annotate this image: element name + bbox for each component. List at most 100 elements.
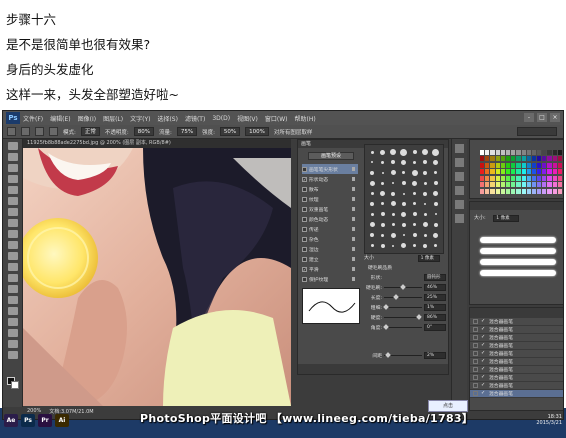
zoom-input[interactable]: 100% <box>245 127 269 136</box>
strength-input[interactable]: 50% <box>219 127 241 136</box>
slider-value[interactable]: 46% <box>424 283 446 291</box>
swatch[interactable] <box>552 182 557 188</box>
visibility-icon[interactable] <box>473 359 478 364</box>
layer-row[interactable]: ✓ 混合器画笔 <box>470 366 563 374</box>
checkbox[interactable]: ✓ <box>302 266 307 272</box>
sample-all-checkbox[interactable]: 对所有图层取样 <box>274 128 313 136</box>
brush-tip[interactable] <box>368 200 377 208</box>
brush-tip[interactable] <box>431 231 440 239</box>
swatch[interactable] <box>485 188 490 194</box>
lock-icon[interactable] <box>352 247 355 251</box>
swatch[interactable] <box>547 156 552 162</box>
spacing-value[interactable]: 2% <box>424 351 446 359</box>
checkbox[interactable] <box>302 256 307 262</box>
layer-row[interactable]: ✓ 混合器画笔 <box>470 358 563 366</box>
brush-tip[interactable] <box>400 158 409 166</box>
swatch[interactable] <box>557 150 562 155</box>
info-panel-icon[interactable] <box>455 186 464 195</box>
swatch[interactable] <box>511 169 516 175</box>
swatch[interactable] <box>511 188 516 194</box>
swatch[interactable] <box>490 150 495 155</box>
layer-row[interactable]: ✓ 混合器画笔 <box>470 374 563 382</box>
slider-track[interactable] <box>383 303 422 310</box>
brush-tip[interactable] <box>421 190 430 198</box>
swatch[interactable] <box>516 156 521 162</box>
brush-setting-item[interactable]: ✓ 形状动态 <box>302 174 358 184</box>
brush-tip[interactable] <box>431 169 440 177</box>
slider-track[interactable] <box>383 323 422 330</box>
properties-panel-icon[interactable] <box>455 172 464 181</box>
crop-tool-icon[interactable] <box>8 186 18 194</box>
brush-tip[interactable] <box>389 148 398 156</box>
swatch[interactable] <box>537 156 542 162</box>
checkbox[interactable] <box>302 226 307 232</box>
lock-icon[interactable] <box>352 167 355 171</box>
visibility-icon[interactable] <box>473 367 478 372</box>
brush-tip[interactable] <box>400 148 409 156</box>
clone-stamp-tool-icon[interactable] <box>8 230 18 238</box>
swatch[interactable] <box>526 169 531 175</box>
swatch[interactable] <box>505 169 511 175</box>
brush-tip[interactable] <box>379 200 388 208</box>
slider-track[interactable] <box>384 283 422 290</box>
swatch[interactable] <box>526 188 531 194</box>
checkbox[interactable] <box>302 196 307 202</box>
brush-tip[interactable] <box>379 190 388 198</box>
visibility-icon[interactable] <box>473 351 478 356</box>
history-panel-icon[interactable] <box>455 144 464 153</box>
checkbox[interactable] <box>302 206 307 212</box>
brush-tip[interactable] <box>368 179 377 187</box>
hand-tool-icon[interactable] <box>8 340 18 348</box>
brush-picker-icon[interactable] <box>21 127 30 136</box>
brush-stroke-samples[interactable] <box>480 232 556 281</box>
checkbox[interactable] <box>302 236 307 242</box>
brush-tip[interactable] <box>410 242 419 250</box>
shape-tool-icon[interactable] <box>8 329 18 337</box>
brush-tip[interactable] <box>410 200 419 208</box>
swatch[interactable] <box>511 175 516 181</box>
brush-tip[interactable] <box>379 179 388 187</box>
spacing-slider[interactable] <box>384 351 422 358</box>
swatch[interactable] <box>531 162 537 168</box>
swatch[interactable] <box>495 162 500 168</box>
brush-sample[interactable] <box>480 270 556 276</box>
brush-tip[interactable] <box>389 169 398 177</box>
swatch[interactable] <box>480 188 485 194</box>
menu-help[interactable]: 帮助(H) <box>295 114 316 123</box>
slider-value[interactable]: 圆钝形 <box>424 273 446 281</box>
slider-value[interactable]: 1% <box>424 303 446 311</box>
swatch[interactable] <box>526 175 531 181</box>
gradient-tool-icon[interactable] <box>8 263 18 271</box>
swatch[interactable] <box>547 175 552 181</box>
swatch[interactable] <box>485 162 490 168</box>
brush-sample[interactable] <box>480 248 556 254</box>
swatch[interactable] <box>516 162 521 168</box>
visibility-icon[interactable] <box>473 335 478 340</box>
brush-tip[interactable] <box>421 200 430 208</box>
swatch[interactable] <box>485 175 490 181</box>
swatch[interactable] <box>542 156 547 162</box>
opacity-input[interactable]: 80% <box>133 127 154 136</box>
brush-presets-button[interactable]: 画笔预设 <box>308 152 354 160</box>
brush-tip[interactable] <box>379 242 388 250</box>
swatch[interactable] <box>480 150 485 155</box>
swatch[interactable] <box>495 182 500 188</box>
brush-tip[interactable] <box>410 169 419 177</box>
eyedropper-tool-icon[interactable] <box>8 197 18 205</box>
brush-tip[interactable] <box>410 231 419 239</box>
menu-type[interactable]: 文字(Y) <box>130 114 150 123</box>
brush-tip[interactable] <box>389 200 398 208</box>
swatch[interactable] <box>537 188 542 194</box>
swatch[interactable] <box>490 169 495 175</box>
app-pr-icon[interactable]: Pr <box>38 413 52 427</box>
brush-tip[interactable] <box>368 158 377 166</box>
brush-tool-icon[interactable] <box>8 219 18 227</box>
document-canvas[interactable] <box>23 148 291 406</box>
brush-tip[interactable] <box>389 210 398 218</box>
brush-tip[interactable] <box>421 169 430 177</box>
brush-tip[interactable] <box>389 242 398 250</box>
swatch[interactable] <box>490 188 495 194</box>
swatch[interactable] <box>490 182 495 188</box>
swatch[interactable] <box>505 162 511 168</box>
swatch[interactable] <box>485 182 490 188</box>
